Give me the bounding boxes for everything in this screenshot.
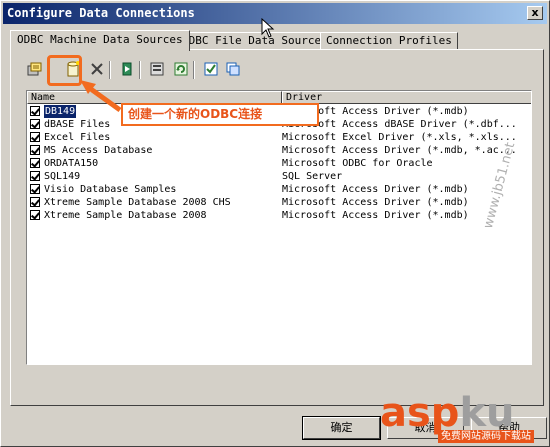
- callout-arrow: [80, 80, 122, 113]
- site-logo: aspku: [380, 393, 515, 433]
- mouse-cursor-icon: [261, 18, 275, 38]
- callout-label: 创建一个新的ODBC连接: [121, 103, 319, 126]
- logo-subtitle: 免费网站源码下载站: [438, 430, 534, 443]
